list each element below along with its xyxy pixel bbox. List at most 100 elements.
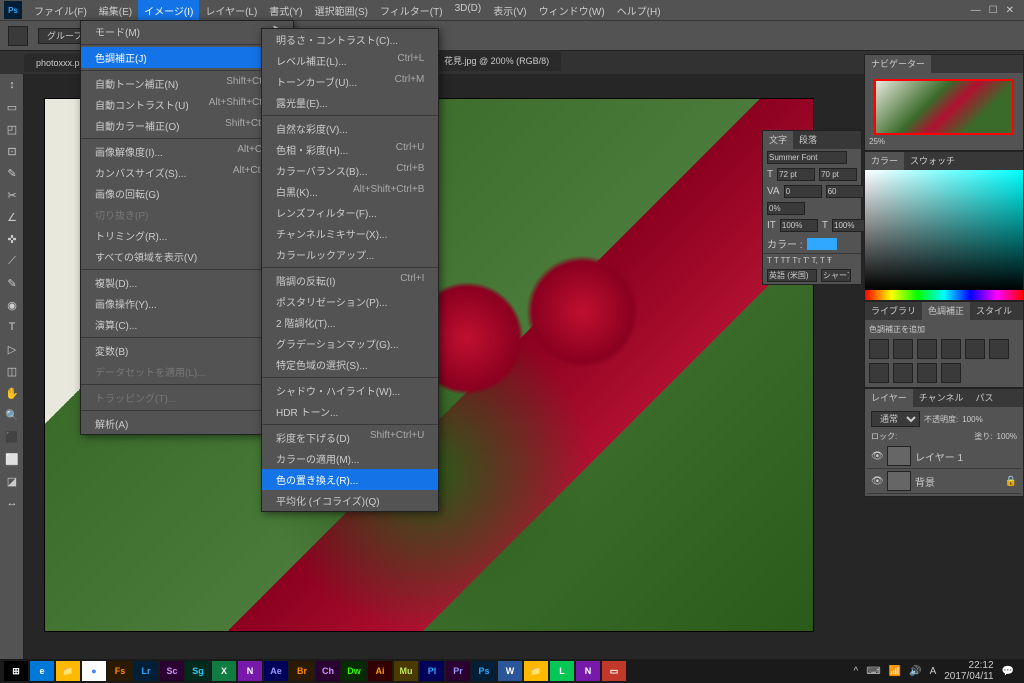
menu-item[interactable]: 露光量(E)... [262, 92, 438, 113]
taskbar-app[interactable]: W [498, 661, 522, 681]
menu-item[interactable]: ポスタリゼーション(P)... [262, 291, 438, 312]
layer-row[interactable]: 👁背景🔒 [867, 469, 1021, 494]
tracking-input[interactable] [826, 185, 864, 198]
taskbar-app[interactable]: ⊞ [4, 661, 28, 681]
adj-icon[interactable] [893, 363, 913, 383]
tab-color[interactable]: カラー [865, 152, 904, 170]
tab-styles[interactable]: スタイル [970, 302, 1018, 320]
adj-icon[interactable] [989, 339, 1009, 359]
menu-item[interactable]: レンズフィルター(F)... [262, 202, 438, 223]
language-select[interactable] [767, 269, 817, 282]
tool-0[interactable]: ↕ [0, 74, 24, 96]
taskbar-app[interactable]: Sg [186, 661, 210, 681]
menu-3[interactable]: レイヤー(L) [199, 0, 263, 21]
menu-item[interactable]: カラールックアップ... [262, 244, 438, 265]
taskbar-app[interactable]: Sc [160, 661, 184, 681]
font-size-input[interactable] [777, 168, 815, 181]
menu-8[interactable]: 表示(V) [487, 0, 532, 21]
menu-item[interactable]: 自然な彩度(V)... [262, 118, 438, 139]
taskbar-app[interactable]: ● [82, 661, 106, 681]
tool-10[interactable]: ◉ [0, 294, 24, 316]
taskbar-app[interactable]: X [212, 661, 236, 681]
tool-12[interactable]: ▷ [0, 338, 24, 360]
tab-libraries[interactable]: ライブラリ [865, 302, 922, 320]
menu-item[interactable]: 2 階調化(T)... [262, 312, 438, 333]
tool-8[interactable]: ⟋ [0, 250, 24, 272]
menu-item[interactable]: 彩度を下げる(D)Shift+Ctrl+U [262, 427, 438, 448]
taskbar-app[interactable]: Br [290, 661, 314, 681]
tray-up-icon[interactable]: ^ [854, 666, 859, 677]
tab-paragraph[interactable]: 段落 [793, 131, 823, 149]
menu-item[interactable]: 色相・彩度(H)...Ctrl+U [262, 139, 438, 160]
menu-item[interactable]: チャンネルミキサー(X)... [262, 223, 438, 244]
tool-18[interactable]: ◪ [0, 470, 24, 492]
taskbar-app[interactable]: Fs [108, 661, 132, 681]
tool-16[interactable]: ⬛ [0, 426, 24, 448]
menu-1[interactable]: 編集(E) [93, 0, 138, 21]
font-family-input[interactable] [767, 151, 847, 164]
fill-value[interactable]: 100% [997, 432, 1017, 441]
tray-wifi-icon[interactable]: 📶 [889, 666, 901, 677]
tab-navigator[interactable]: ナビゲーター [865, 55, 931, 73]
taskbar-app[interactable]: 📁 [56, 661, 80, 681]
tool-17[interactable]: ⬜ [0, 448, 24, 470]
hue-slider[interactable] [865, 290, 1023, 300]
maximize-icon[interactable]: ☐ [989, 5, 998, 16]
opacity-value[interactable]: 100% [962, 415, 982, 424]
menu-item[interactable]: 白黒(K)...Alt+Shift+Ctrl+B [262, 181, 438, 202]
taskbar-app[interactable]: Pl [420, 661, 444, 681]
doc-tab-2[interactable]: 花見.jpg @ 200% (RGB/8) [432, 50, 561, 71]
kerning-input[interactable] [784, 185, 822, 198]
tab-adjustments[interactable]: 色調補正 [922, 302, 970, 320]
adj-icon[interactable] [869, 363, 889, 383]
adj-icon[interactable] [941, 363, 961, 383]
adj-icon[interactable] [893, 339, 913, 359]
tool-6[interactable]: ∠ [0, 206, 24, 228]
menu-item[interactable]: 平均化 (イコライズ)(Q) [262, 490, 438, 511]
tool-3[interactable]: ⊡ [0, 140, 24, 162]
tool-19[interactable]: ↔ [0, 492, 24, 514]
taskbar-app[interactable]: Ps [472, 661, 496, 681]
baseline-input[interactable] [767, 202, 805, 215]
taskbar-app[interactable]: e [30, 661, 54, 681]
tool-preset-icon[interactable] [8, 26, 28, 46]
adj-icon[interactable] [869, 339, 889, 359]
navigator-zoom[interactable]: 25% [869, 137, 1019, 146]
menu-7[interactable]: 3D(D) [449, 0, 488, 21]
tab-swatches[interactable]: スウォッチ [904, 152, 961, 170]
menu-9[interactable]: ウィンドウ(W) [533, 0, 611, 21]
clock[interactable]: 22:12 2017/04/11 [944, 660, 993, 682]
tool-1[interactable]: ▭ [0, 96, 24, 118]
visibility-icon[interactable]: 👁 [871, 451, 883, 462]
tab-character[interactable]: 文字 [763, 131, 793, 149]
taskbar-app[interactable]: Ae [264, 661, 288, 681]
adj-icon[interactable] [917, 363, 937, 383]
tab-paths[interactable]: パス [969, 389, 999, 407]
menu-item[interactable]: レベル補正(L)...Ctrl+L [262, 50, 438, 71]
taskbar-app[interactable]: Mu [394, 661, 418, 681]
ime-indicator[interactable]: A [930, 666, 937, 677]
menu-item[interactable]: グラデーションマップ(G)... [262, 333, 438, 354]
menu-item[interactable]: 色の置き換え(R)... [262, 469, 438, 490]
text-color-swatch[interactable] [807, 238, 837, 250]
visibility-icon[interactable]: 👁 [871, 476, 883, 487]
tool-2[interactable]: ◰ [0, 118, 24, 140]
tool-4[interactable]: ✎ [0, 162, 24, 184]
menu-2[interactable]: イメージ(I) [138, 0, 199, 21]
menu-item[interactable]: 明るさ・コントラスト(C)... [262, 29, 438, 50]
navigator-thumbnail[interactable] [874, 79, 1014, 135]
blend-mode-select[interactable]: 通常 [871, 411, 920, 427]
taskbar-app[interactable]: N [576, 661, 600, 681]
menu-10[interactable]: ヘルプ(H) [611, 0, 667, 21]
text-style-buttons[interactable]: T T TT Tт T' T, T Ŧ [767, 256, 832, 265]
menu-0[interactable]: ファイル(F) [28, 0, 93, 21]
tab-channels[interactable]: チャンネル [913, 389, 970, 407]
menu-item[interactable]: シャドウ・ハイライト(W)... [262, 380, 438, 401]
menu-6[interactable]: フィルター(T) [374, 0, 449, 21]
tool-9[interactable]: ✎ [0, 272, 24, 294]
taskbar-app[interactable]: Dw [342, 661, 366, 681]
menu-5[interactable]: 選択範囲(S) [309, 0, 374, 21]
vscale-input[interactable] [780, 219, 818, 232]
tool-15[interactable]: 🔍 [0, 404, 24, 426]
menu-item[interactable]: 階調の反転(I)Ctrl+I [262, 270, 438, 291]
